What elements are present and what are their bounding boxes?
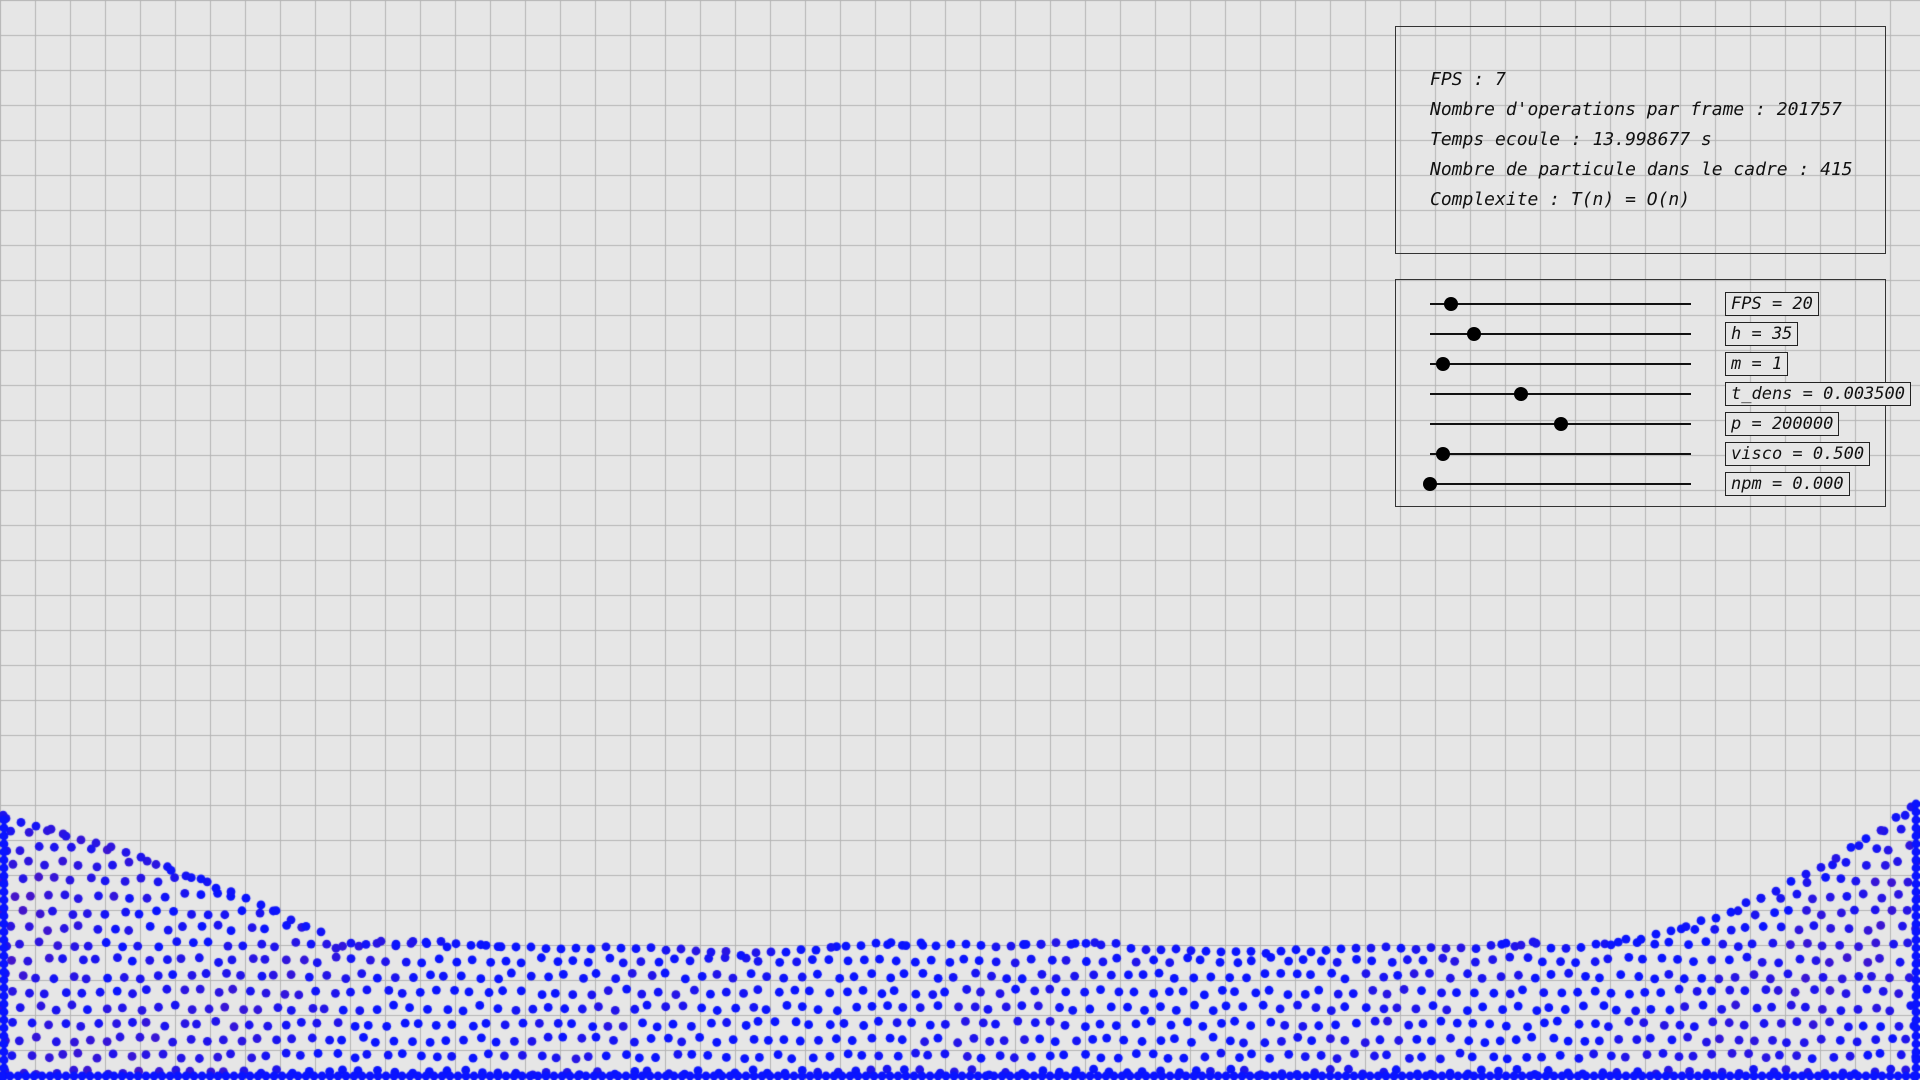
slider-p: p = 200000 <box>1396 412 1885 436</box>
slider-visco-value: visco = 0.500 <box>1725 442 1871 466</box>
slider-fps-track[interactable] <box>1430 303 1691 305</box>
slider-m-handle[interactable] <box>1436 357 1451 371</box>
slider-m-track[interactable] <box>1430 363 1691 365</box>
parameters-panel: FPS = 20 h = 35 m = 1 t_dens = 0.003500 … <box>1395 279 1911 507</box>
particle-count-readout: Nombre de particule dans le cadre : 415 <box>1430 159 1853 180</box>
slider-p-handle[interactable] <box>1553 417 1568 431</box>
slider-p-value: p = 200000 <box>1725 412 1840 436</box>
slider-h-handle[interactable] <box>1467 327 1482 341</box>
slider-visco-handle[interactable] <box>1436 447 1451 461</box>
slider-fps-handle[interactable] <box>1443 297 1458 311</box>
slider-t-dens-handle[interactable] <box>1514 387 1529 401</box>
slider-npm-track[interactable] <box>1430 483 1691 485</box>
slider-visco-track[interactable] <box>1430 453 1691 455</box>
slider-npm-value: npm = 0.000 <box>1725 472 1850 496</box>
slider-fps-value: FPS = 20 <box>1725 292 1819 316</box>
slider-npm: npm = 0.000 <box>1396 472 1885 496</box>
slider-h-value: h = 35 <box>1725 322 1799 346</box>
slider-t-dens: t_dens = 0.003500 <box>1396 382 1911 406</box>
elapsed-time-readout: Temps ecoule : 13.998677 s <box>1430 129 1712 150</box>
fps-readout: FPS : 7 <box>1430 69 1506 90</box>
slider-fps: FPS = 20 <box>1396 292 1885 316</box>
complexity-readout: Complexite : T(n) = O(n) <box>1430 189 1691 210</box>
slider-npm-handle[interactable] <box>1423 477 1437 491</box>
stats-panel: FPS : 7 Nombre d'operations par frame : … <box>1395 26 1886 254</box>
slider-m: m = 1 <box>1396 352 1885 376</box>
operations-readout: Nombre d'operations par frame : 201757 <box>1430 99 1842 120</box>
slider-m-value: m = 1 <box>1725 352 1789 376</box>
slider-t-dens-track[interactable] <box>1430 393 1691 395</box>
slider-visco: visco = 0.500 <box>1396 442 1885 466</box>
slider-t-dens-value: t_dens = 0.003500 <box>1725 382 1911 406</box>
slider-h: h = 35 <box>1396 322 1885 346</box>
